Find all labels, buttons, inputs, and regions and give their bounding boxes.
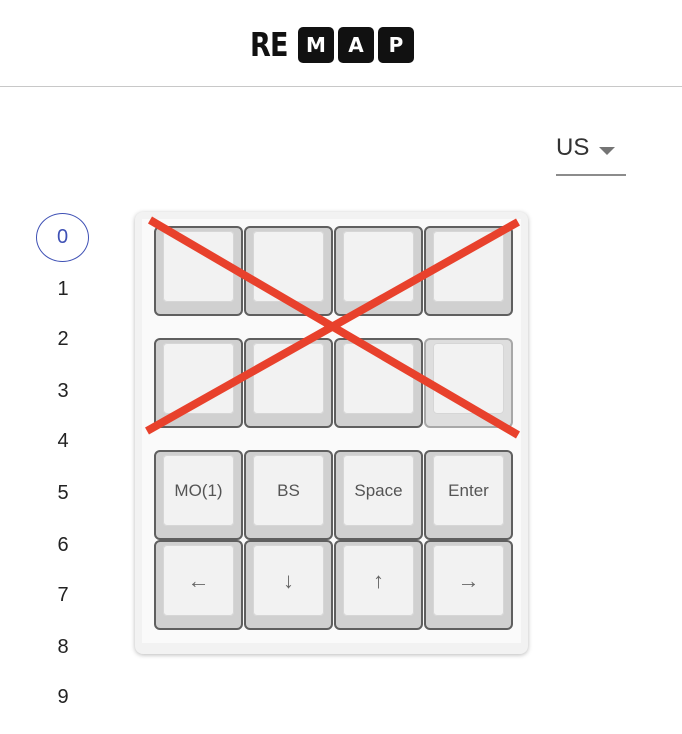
key-r3-c2[interactable]: ↑: [334, 540, 423, 630]
key-r3-c0[interactable]: ←: [154, 540, 243, 630]
layer-item-9[interactable]: 9: [36, 672, 90, 722]
layer-item-2[interactable]: 2: [36, 314, 90, 364]
left-arrow-icon: ←: [163, 545, 234, 616]
key-r1-c1[interactable]: [244, 338, 333, 428]
key-r0-c0[interactable]: [154, 226, 243, 316]
key-r0-c1[interactable]: [244, 226, 333, 316]
logo-letter-box: P: [378, 27, 414, 63]
keyboard-layout-value: US: [556, 134, 590, 161]
logo-letter-box: A: [338, 27, 374, 63]
key-label: Space: [343, 455, 414, 526]
key-r2-c2[interactable]: Space: [334, 450, 423, 540]
key-r2-c1[interactable]: BS: [244, 450, 333, 540]
layer-item-6[interactable]: 6: [36, 520, 90, 570]
key-label: [253, 231, 324, 302]
key-label: Enter: [433, 455, 504, 526]
app-header: RE M A P: [0, 0, 682, 87]
layer-item-8[interactable]: 8: [36, 622, 90, 672]
layer-item-3[interactable]: 3: [36, 366, 90, 416]
layer-item-5[interactable]: 5: [36, 468, 90, 518]
remap-logo[interactable]: RE M A P: [250, 25, 414, 65]
key-r1-c3[interactable]: [424, 338, 513, 428]
key-r0-c2[interactable]: [334, 226, 423, 316]
layer-item-1[interactable]: 1: [36, 264, 90, 314]
keyboard-body: MO(1) BS Space Enter ← ↓ ↑ →: [135, 212, 528, 654]
key-r1-c2[interactable]: [334, 338, 423, 428]
key-r3-c1[interactable]: ↓: [244, 540, 333, 630]
layer-item-0[interactable]: 0: [36, 213, 89, 262]
key-label: [433, 231, 504, 302]
right-arrow-icon: →: [433, 545, 504, 616]
key-label: [433, 343, 504, 414]
logo-letter-box: M: [298, 27, 334, 63]
dropdown-arrow-icon: [599, 147, 615, 155]
key-label: [343, 343, 414, 414]
key-r0-c3[interactable]: [424, 226, 513, 316]
key-label: [343, 231, 414, 302]
layer-item-7[interactable]: 7: [36, 570, 90, 620]
key-r3-c3[interactable]: →: [424, 540, 513, 630]
layer-item-4[interactable]: 4: [36, 416, 90, 466]
up-arrow-icon: ↑: [343, 545, 414, 616]
key-r1-c0[interactable]: [154, 338, 243, 428]
key-r2-c0[interactable]: MO(1): [154, 450, 243, 540]
key-label: BS: [253, 455, 324, 526]
key-label: MO(1): [163, 455, 234, 526]
key-label: [253, 343, 324, 414]
key-label: [163, 343, 234, 414]
key-r2-c3[interactable]: Enter: [424, 450, 513, 540]
key-label: [163, 231, 234, 302]
down-arrow-icon: ↓: [253, 545, 324, 616]
logo-text: RE: [250, 25, 289, 64]
keyboard-layout-select[interactable]: US: [556, 130, 626, 176]
